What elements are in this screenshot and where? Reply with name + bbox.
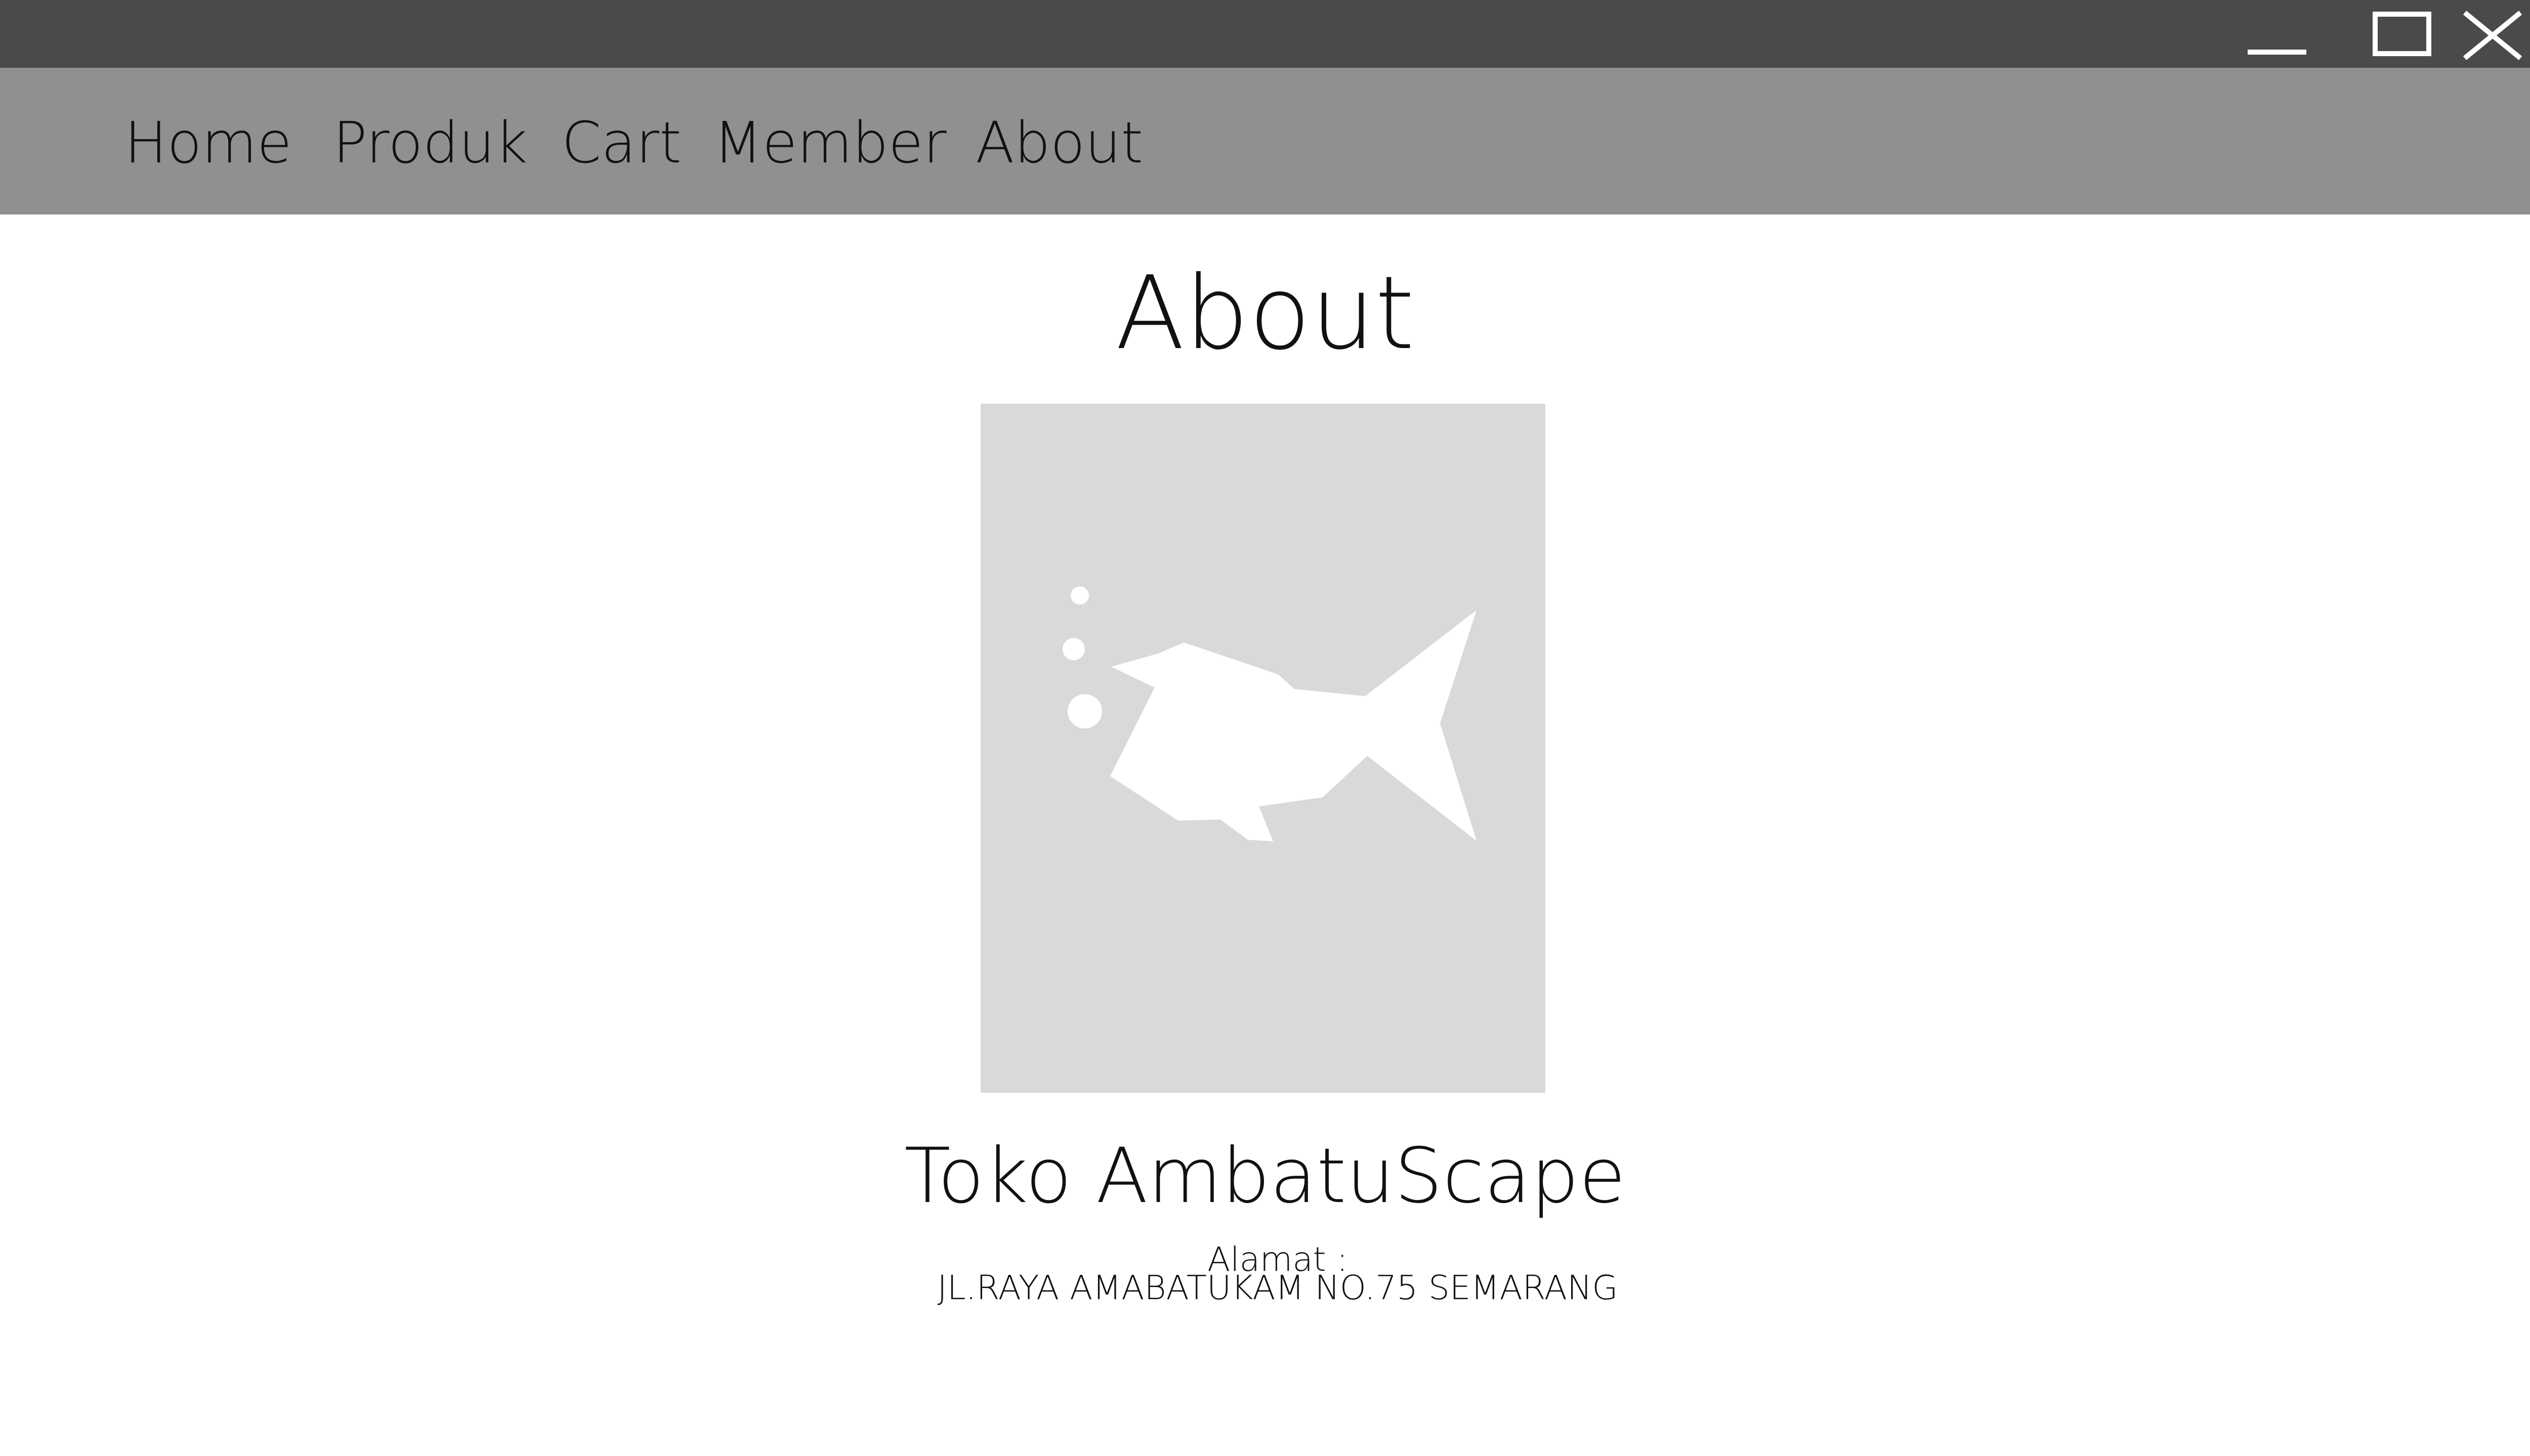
address-value: JL.RAYA AMABATUKAM NO.75 SEMARANG bbox=[937, 1268, 1618, 1307]
nav-item-member[interactable]: Member bbox=[713, 110, 947, 176]
page-title: About bbox=[1115, 254, 1415, 372]
nav-item-about[interactable]: About bbox=[976, 110, 1143, 176]
nav-item-produk[interactable]: Produk bbox=[333, 110, 528, 176]
close-button[interactable] bbox=[2462, 10, 2523, 61]
close-icon bbox=[2463, 11, 2522, 60]
maximize-button[interactable] bbox=[2371, 10, 2434, 61]
nav-item-home[interactable]: Home bbox=[124, 110, 292, 176]
minimize-button[interactable] bbox=[2247, 10, 2307, 61]
store-name: Toko AmbatuScape bbox=[904, 1132, 1626, 1220]
maximize-icon bbox=[2373, 12, 2431, 56]
minimize-icon bbox=[2248, 50, 2306, 55]
main-navbar: Home Produk Cart Member About bbox=[0, 68, 2530, 215]
nav-item-cart[interactable]: Cart bbox=[562, 110, 682, 176]
window-titlebar bbox=[0, 0, 2530, 68]
store-image-placeholder bbox=[981, 404, 1545, 1093]
fish-placeholder-icon bbox=[1063, 586, 1477, 841]
